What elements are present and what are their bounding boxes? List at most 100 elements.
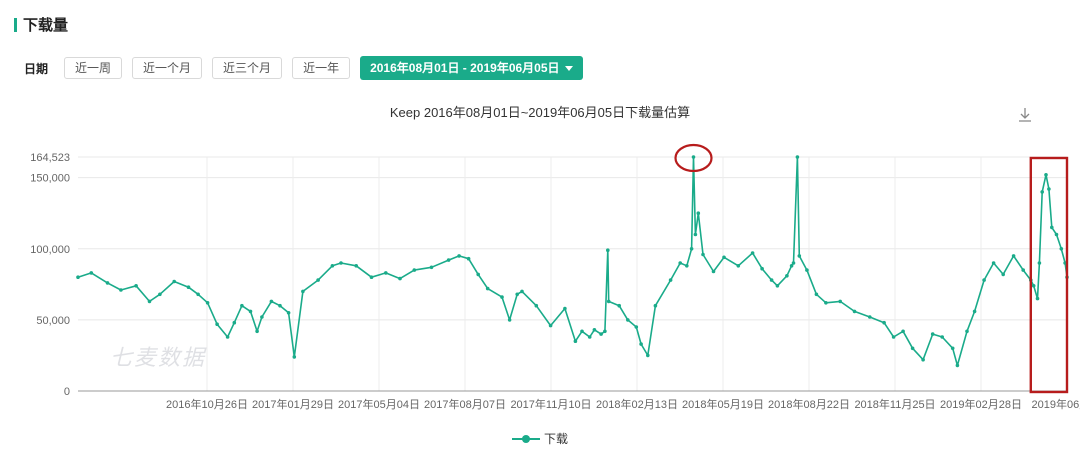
data-point	[412, 268, 417, 272]
data-point	[736, 264, 741, 268]
data-point	[225, 335, 230, 339]
data-point	[301, 289, 305, 294]
data-point	[991, 261, 996, 265]
data-point	[369, 275, 374, 280]
data-point	[507, 318, 512, 322]
data-point	[134, 284, 138, 288]
data-point	[891, 335, 896, 339]
x-tick-label: 2019年06月03	[1032, 397, 1080, 411]
data-point	[232, 320, 237, 325]
data-point	[269, 299, 274, 304]
data-point	[147, 299, 152, 304]
data-point	[691, 155, 696, 159]
data-point	[205, 301, 210, 305]
data-point	[930, 332, 935, 336]
data-point	[868, 315, 872, 319]
data-point	[1001, 272, 1005, 277]
data-point	[248, 309, 253, 314]
data-point	[215, 322, 219, 327]
data-point	[617, 303, 621, 308]
y-tick-label: 150,000	[30, 173, 70, 185]
y-tick-label: 50,000	[36, 315, 70, 327]
data-point	[286, 311, 291, 315]
data-point	[606, 299, 611, 304]
data-point	[750, 251, 755, 255]
data-point	[240, 303, 244, 308]
data-point	[466, 256, 471, 261]
x-tick-label: 2017年11月10日	[510, 397, 591, 411]
data-point	[515, 292, 519, 297]
x-tick-label: 2018年05月19日	[682, 397, 764, 411]
data-point	[500, 295, 504, 299]
data-point	[580, 329, 584, 334]
data-point	[587, 335, 592, 339]
data-point	[955, 363, 960, 368]
data-point	[1054, 232, 1059, 237]
data-point	[950, 346, 955, 351]
data-point	[797, 254, 802, 258]
data-point	[910, 346, 915, 351]
data-point	[1044, 173, 1048, 177]
x-tick-label: 2018年02月13日	[596, 397, 678, 411]
y-tick-label: 164,523	[30, 152, 70, 164]
data-point	[384, 271, 388, 275]
watermark-text: 七麦数据	[110, 345, 207, 370]
data-point	[196, 292, 200, 297]
data-point	[824, 301, 828, 305]
data-point	[693, 232, 698, 237]
data-point	[852, 309, 857, 314]
data-point	[1035, 296, 1040, 301]
x-tick-label: 2017年08月07日	[424, 397, 506, 411]
x-tick-label: 2017年05月04日	[338, 397, 420, 411]
data-point	[940, 335, 944, 339]
legend-series-icon	[511, 434, 540, 443]
data-point	[457, 254, 461, 258]
x-tick-label: 2017年01月29日	[252, 397, 334, 411]
data-point	[398, 276, 402, 281]
data-point	[685, 264, 689, 268]
data-point	[678, 261, 682, 265]
data-point	[701, 252, 705, 257]
data-point	[1011, 254, 1016, 258]
x-tick-label: 2019年02月28日	[940, 397, 1022, 411]
data-point	[76, 275, 80, 280]
data-point	[278, 303, 282, 308]
data-point	[446, 258, 451, 262]
data-point	[965, 329, 969, 334]
data-point	[339, 261, 343, 265]
data-point	[1047, 187, 1051, 191]
data-point	[476, 272, 481, 277]
data-point	[186, 285, 191, 290]
data-point	[795, 155, 800, 159]
data-point	[534, 303, 539, 308]
chart-legend[interactable]: 下载	[0, 430, 1080, 447]
data-point	[1031, 284, 1036, 288]
data-point	[901, 329, 905, 334]
data-point	[626, 318, 630, 322]
x-tick-label: 2018年11月25日	[854, 397, 935, 411]
data-point	[1040, 190, 1044, 194]
data-point	[711, 269, 716, 274]
data-point	[1050, 225, 1054, 230]
data-point	[838, 299, 842, 304]
data-point	[603, 329, 607, 334]
series-line-download	[77, 156, 1068, 367]
data-point	[330, 264, 335, 268]
y-tick-label: 0	[64, 386, 70, 398]
data-point	[689, 247, 694, 251]
data-point	[1037, 261, 1042, 265]
data-point	[105, 281, 110, 285]
data-point	[158, 292, 162, 297]
data-point	[606, 248, 610, 252]
data-point	[814, 292, 819, 297]
data-point	[292, 355, 297, 359]
data-point	[769, 278, 774, 282]
data-point	[599, 332, 603, 336]
data-point	[548, 323, 553, 328]
data-point	[255, 329, 259, 334]
x-tick-label: 2016年10月26日	[166, 397, 248, 411]
x-tick-label: 2018年08月22日	[768, 397, 850, 411]
data-point	[119, 288, 123, 292]
data-point	[592, 328, 597, 332]
data-point	[89, 271, 94, 275]
